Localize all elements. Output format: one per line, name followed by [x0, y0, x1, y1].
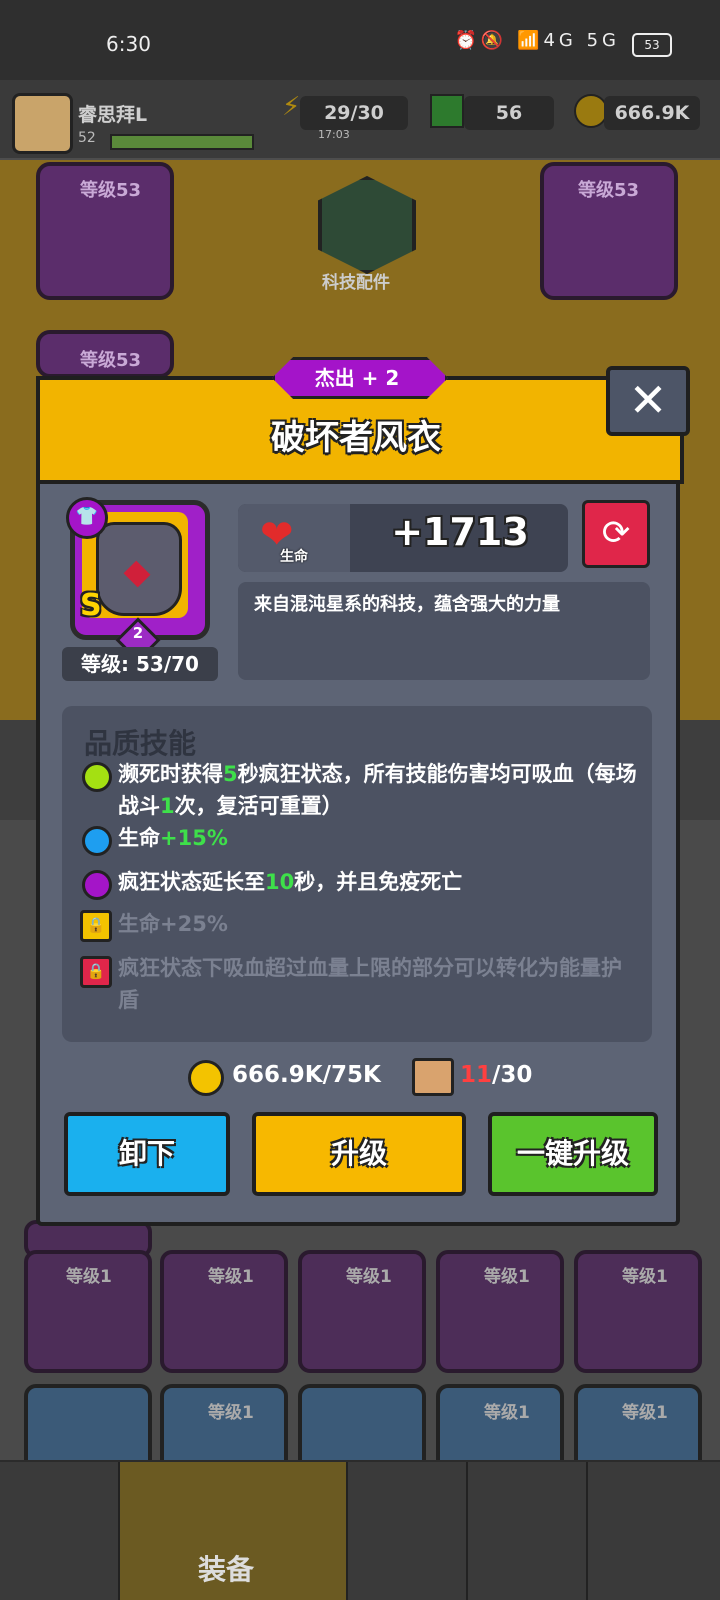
item-level: 等级: 53/70: [62, 647, 218, 681]
refresh-icon: ⟳: [601, 513, 631, 553]
tech-part-label: 科技配件: [322, 273, 390, 293]
lock-icon: 🔒: [80, 956, 112, 988]
nav-equipment-label: 装备: [198, 1553, 255, 1586]
skill-dot-blue: [82, 826, 112, 856]
skill-1: 濒死时获得5秒疯狂状态，所有技能伤害均可吸血（每场战斗1次，复活可重置）: [118, 762, 637, 818]
inventory-item-level: 等级1: [484, 1267, 530, 1287]
energy-timer: 17:03: [318, 128, 350, 141]
armor-slot-level: 等级53: [578, 180, 640, 201]
coin-counter[interactable]: 666.9K: [604, 96, 700, 130]
inventory-item[interactable]: [298, 1384, 426, 1472]
skill-5-locked: 疯狂状态下吸血超过血量上限的部分可以转化为能量护盾: [118, 956, 622, 1012]
item-description: 来自混沌星系的科技，蕴含强大的力量: [254, 594, 560, 615]
armor-icon: [96, 522, 182, 616]
skill-dot-purple: [82, 870, 112, 900]
coin-icon: [574, 94, 608, 128]
inventory-item-level: 等级1: [346, 1267, 392, 1287]
close-button[interactable]: ✕: [606, 366, 690, 436]
stat-value: +1713: [391, 510, 529, 554]
item-title: 破坏者风衣: [271, 418, 441, 458]
gem-counter[interactable]: 56: [464, 96, 554, 130]
status-icons: ⏰🔕 📶4G 5G: [454, 30, 620, 51]
player-level: 52: [78, 130, 96, 146]
upgrade-button[interactable]: 升级: [252, 1112, 466, 1196]
energy-icon: ⚡: [282, 92, 301, 122]
inventory-item-level: 等级1: [622, 1403, 668, 1423]
necklace-slot-level: 等级53: [80, 350, 142, 371]
status-bar: 6:30 ⏰🔕 📶4G 5G 53: [0, 0, 720, 80]
star-level-value: 2: [132, 624, 144, 642]
inventory-item[interactable]: [24, 1384, 152, 1472]
upgrade-material-cost: 11/30: [460, 1062, 533, 1088]
skill-4-locked: 生命+25%: [118, 912, 228, 936]
nav-talent-tab[interactable]: [348, 1462, 469, 1600]
upgrade-coin-cost: 666.9K/75K: [232, 1062, 381, 1088]
stat-name: 生命: [280, 549, 308, 565]
energy-counter[interactable]: 29/30: [300, 96, 408, 130]
inventory-item-level: 等级1: [208, 1403, 254, 1423]
rank-badge: S: [80, 588, 102, 623]
shirt-icon: 👕: [66, 497, 108, 539]
inventory-item-level: 等级1: [66, 1267, 112, 1287]
quality-skills-title: 品质技能: [84, 727, 197, 760]
status-time: 6:30: [106, 32, 151, 56]
nav-battle-tab[interactable]: [468, 1462, 589, 1600]
nav-evolve-tab[interactable]: [588, 1462, 720, 1600]
lock-icon: 🔒: [80, 910, 112, 942]
armor-material-icon: [412, 1058, 454, 1096]
gold-coin-icon: [188, 1060, 224, 1096]
inventory-item-level: 等级1: [622, 1267, 668, 1287]
player-name: 睿思拜L: [78, 104, 148, 126]
battery-icon: 53: [632, 33, 672, 57]
nav-shop-tab[interactable]: [0, 1462, 121, 1600]
skill-3: 疯狂状态延长至10秒，并且免疫死亡: [118, 870, 463, 894]
weapon-slot-level: 等级53: [80, 180, 142, 201]
reroll-button[interactable]: ⟳: [582, 500, 650, 568]
rarity-label: 杰出 + 2: [314, 366, 400, 390]
skill-dot-green: [82, 762, 112, 792]
one-click-upgrade-button[interactable]: 一键升级: [488, 1112, 658, 1196]
skill-2: 生命+15%: [118, 826, 228, 850]
xp-bar: [110, 134, 254, 150]
inventory-item-level: 等级1: [208, 1267, 254, 1287]
player-avatar[interactable]: [12, 93, 73, 154]
inventory-item-level: 等级1: [484, 1403, 530, 1423]
gem-icon: [430, 94, 464, 128]
unequip-button[interactable]: 卸下: [64, 1112, 230, 1196]
